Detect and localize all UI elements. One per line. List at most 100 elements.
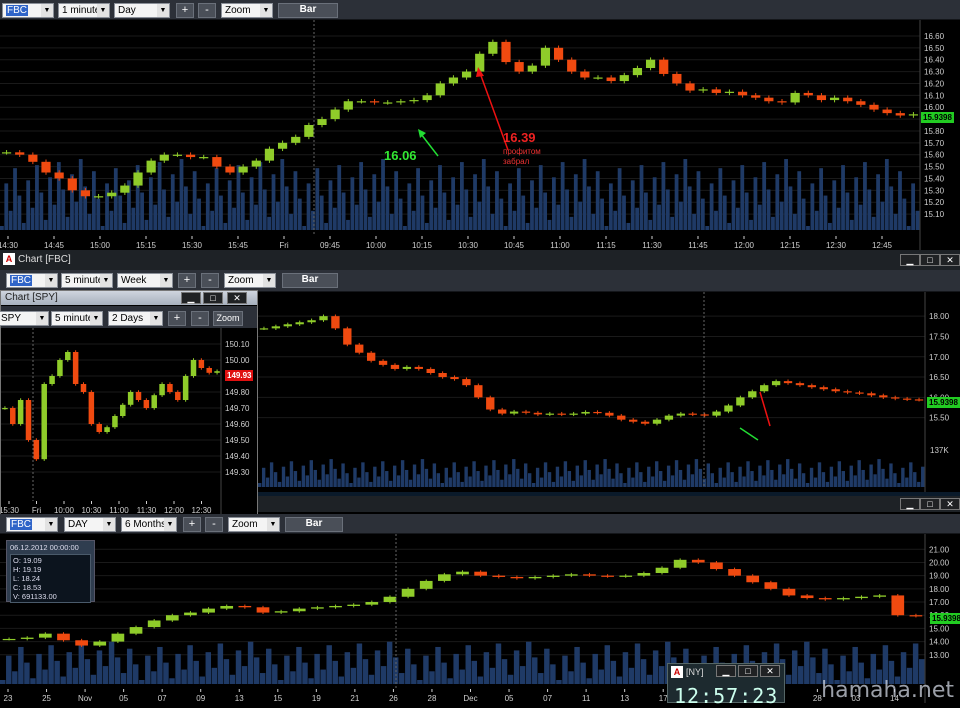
period-select[interactable]: Week ▼ (117, 273, 173, 288)
volume-bar (587, 469, 591, 487)
volume-bar (744, 192, 749, 230)
zoom-select[interactable]: Zoom ▼ (228, 517, 280, 532)
volume-bar (144, 219, 149, 230)
interval-select[interactable]: 1 minute ▼ (58, 3, 110, 18)
candle (347, 604, 361, 606)
last-price-badge: 15.9398 (927, 397, 960, 408)
symbol-select[interactable]: FBC ▼ (2, 3, 54, 18)
minimize-icon[interactable]: ▁ (900, 498, 920, 510)
intraday-chart[interactable]: 15.10 15.20 15.30 15.40 15.50 15.60 15.70 15.80… (0, 20, 960, 250)
volume-bar (562, 655, 568, 684)
zoom-button[interactable]: Zoom (213, 311, 243, 326)
volume-bar (296, 646, 302, 684)
volume-bar (845, 192, 850, 230)
top-toolbar: FBC ▼ 1 minute ▼ Day ▼ + - Zoom ▼ Bar (0, 0, 960, 20)
volume-bar (471, 660, 478, 684)
period-select[interactable]: 6 Months ▼ (121, 517, 177, 532)
volume-bar (563, 461, 568, 487)
candle (57, 633, 70, 641)
volume-bar (854, 177, 859, 230)
note-annotation: профитом забрал (503, 147, 541, 166)
minimize-icon[interactable]: ▁ (716, 665, 736, 677)
candle (867, 393, 876, 396)
volume-bar (714, 483, 718, 487)
volume-bar (876, 174, 880, 230)
volume-bar (90, 674, 97, 684)
zoom-select[interactable]: Zoom ▼ (224, 273, 276, 288)
maximize-icon[interactable]: □ (920, 254, 940, 266)
symbol-select[interactable]: FBC ▼ (6, 273, 58, 288)
candle (93, 641, 107, 646)
candle (908, 114, 919, 116)
maximize-icon[interactable]: □ (738, 665, 758, 677)
candle (355, 344, 364, 353)
volume-bar (611, 478, 615, 487)
volume-bar (615, 463, 619, 487)
volume-bar (60, 676, 66, 684)
candle (435, 83, 445, 96)
candle (343, 101, 353, 110)
close-icon[interactable]: ✕ (227, 292, 247, 304)
candle (783, 381, 793, 384)
zoom-out-button[interactable]: - (201, 273, 219, 288)
maximize-icon[interactable]: □ (920, 498, 940, 510)
volume-bar (139, 680, 145, 684)
volume-bar (871, 216, 876, 230)
volume-bar (315, 168, 320, 230)
volume-bar (341, 463, 345, 487)
clock-window: A [NY] ▁ □ ✕ 12:57:23 (667, 663, 785, 708)
volume-bar (865, 479, 869, 487)
zoom-in-button[interactable]: + (176, 3, 194, 18)
volume-bar (613, 210, 618, 230)
candle (617, 415, 626, 420)
interval-select[interactable]: 5 minutes ▼ (61, 273, 113, 288)
x-tick-label: Dec (463, 694, 477, 703)
volume-bar (634, 643, 641, 684)
interval-select[interactable]: 5 minutes ▼ (51, 311, 103, 326)
volume-bar (531, 483, 536, 487)
chart-type-button[interactable]: Bar (278, 3, 338, 18)
volume-bar (400, 460, 405, 487)
volume-bar (709, 183, 714, 230)
close-icon[interactable]: ✕ (940, 254, 960, 266)
period-select[interactable]: Day ▼ (114, 3, 170, 18)
close-icon[interactable]: ✕ (940, 498, 960, 510)
volume-bar (490, 213, 495, 230)
x-tick-label: 07 (158, 694, 167, 703)
zoom-in-button[interactable]: + (183, 517, 201, 532)
chart-type-button[interactable]: Bar (285, 517, 343, 532)
zoom-in-button[interactable]: + (178, 273, 196, 288)
spy-chart[interactable]: 149.30 149.40 149.50 149.60 149.70 149.80 149.… (1, 328, 257, 515)
candle (676, 413, 685, 416)
chart-type-button[interactable]: Bar (282, 273, 338, 288)
volume-bar (806, 226, 810, 230)
volume-bar (247, 641, 254, 684)
period-select[interactable]: 2 Days ▼ (108, 311, 163, 326)
daily-chart[interactable]: 13.0014.0015.0016.0017.0018.0019.0020.00… (0, 534, 960, 703)
candle (396, 101, 406, 103)
close-icon[interactable]: ✕ (760, 665, 780, 677)
volume-bar (100, 226, 105, 230)
zoom-out-button[interactable]: - (198, 3, 216, 18)
volume-bar (408, 479, 413, 487)
candle (10, 408, 16, 424)
minimize-icon[interactable]: ▁ (181, 292, 201, 304)
interval-select[interactable]: DAY ▼ (64, 517, 116, 532)
zoom-out-button[interactable]: - (191, 311, 209, 326)
volume-bar (214, 168, 219, 230)
maximize-icon[interactable]: □ (203, 292, 223, 304)
zoom-select[interactable]: Zoom ▼ (221, 3, 273, 18)
x-tick-label: 11:15 (596, 241, 616, 250)
volume-bar (350, 667, 357, 684)
y-tick-label: 149.30 (225, 468, 250, 477)
zoom-in-button[interactable]: + (168, 311, 186, 326)
volume-bar (801, 473, 806, 487)
volume-bar (4, 183, 9, 230)
candle (307, 320, 316, 323)
candle (583, 574, 596, 576)
minimize-icon[interactable]: ▁ (900, 254, 920, 266)
volume-bar (468, 476, 472, 487)
zoom-out-button[interactable]: - (205, 517, 223, 532)
symbol-select[interactable]: FBC ▼ (6, 517, 58, 532)
symbol-select[interactable]: SPY ▼ (0, 311, 49, 326)
